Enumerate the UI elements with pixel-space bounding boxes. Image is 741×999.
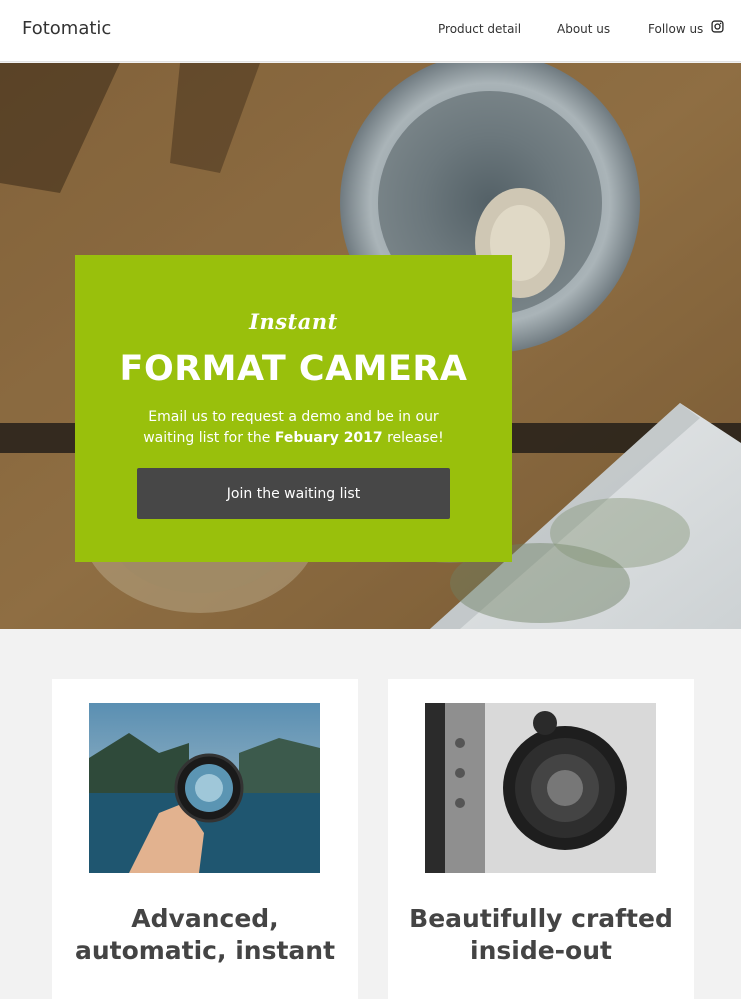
feature-card: Beautifully crafted inside-out: [388, 679, 694, 999]
lens-in-hand-image: [89, 703, 320, 873]
hero-description: Email us to request a demo and be in our…: [135, 407, 452, 449]
nav-link-follow-us[interactable]: Follow us: [648, 22, 703, 36]
hero-release-date: Febuary 2017: [274, 430, 383, 446]
camera-lens-image: [425, 703, 656, 873]
nav-link-product-detail[interactable]: Product detail: [438, 22, 521, 36]
hero-kicker: Instant: [249, 309, 338, 334]
features-section: Advanced, automatic, instant Beautifully…: [0, 629, 741, 999]
feature-title: Beautifully crafted inside-out: [409, 904, 673, 965]
hero-section: Instant FORMAT CAMERA Email us to reques…: [0, 63, 741, 629]
instagram-icon[interactable]: [711, 20, 724, 33]
feature-card: Advanced, automatic, instant: [52, 679, 358, 999]
hero-description-end: release!: [382, 430, 444, 446]
brand-logo[interactable]: Fotomatic: [22, 18, 111, 39]
hero-card: Instant FORMAT CAMERA Email us to reques…: [75, 255, 512, 562]
nav-link-about-us[interactable]: About us: [557, 22, 610, 36]
join-waiting-list-button[interactable]: Join the waiting list: [137, 468, 450, 519]
navbar: Fotomatic Product detail About us Follow…: [0, 0, 741, 62]
hero-title: FORMAT CAMERA: [119, 349, 468, 389]
feature-title: Advanced, automatic, instant: [74, 904, 336, 965]
